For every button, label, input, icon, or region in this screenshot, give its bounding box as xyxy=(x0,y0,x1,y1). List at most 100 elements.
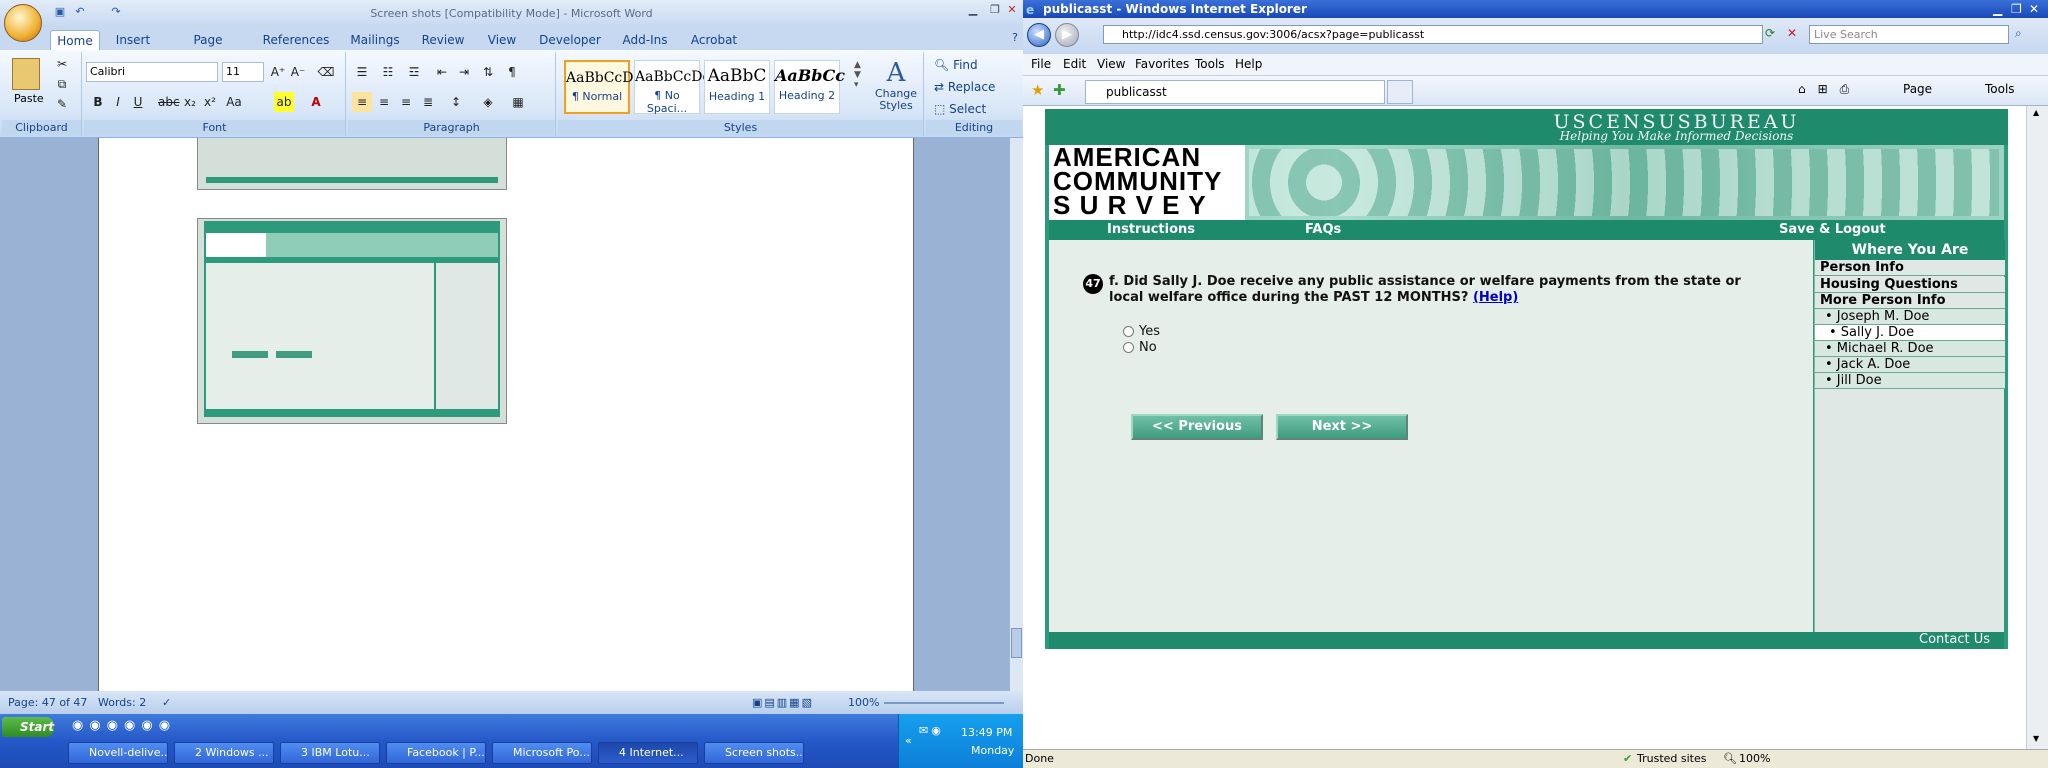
copy-icon[interactable]: ⧉ xyxy=(52,74,72,94)
tray-collapse-icon[interactable]: « xyxy=(905,734,912,747)
instructions-link[interactable]: Instructions xyxy=(1107,222,1195,237)
view-buttons-icon[interactable]: ▣▤▥▦▧ xyxy=(752,691,814,714)
align-left-icon[interactable]: ≡ xyxy=(352,92,372,112)
back-icon[interactable]: ◀ xyxy=(1027,23,1051,47)
font-size-box[interactable]: 11 xyxy=(222,62,264,82)
cut-icon[interactable]: ✂ xyxy=(52,54,72,74)
bold-icon[interactable]: B xyxy=(88,92,108,112)
save-logout-link[interactable]: Save & Logout xyxy=(1779,222,1886,237)
live-search-input[interactable]: Live Search xyxy=(1809,25,2009,44)
italic-icon[interactable]: I xyxy=(108,92,128,112)
menu-view[interactable]: View xyxy=(1097,57,1125,71)
numbering-icon[interactable]: ☷ xyxy=(378,62,398,82)
sidebar-item-housing-questions[interactable]: Housing Questions xyxy=(1815,277,2005,293)
toolbar-icons[interactable]: ⌂⊞⎙ xyxy=(1798,82,1861,97)
next-button[interactable]: Next >> xyxy=(1276,414,1408,440)
tab-developer[interactable]: Developer xyxy=(538,30,602,50)
paste-icon[interactable] xyxy=(12,58,40,90)
grow-font-icon[interactable]: A⁺ xyxy=(268,62,288,82)
task-facebook[interactable]: Facebook | P... xyxy=(386,742,486,764)
format-painter-icon[interactable]: ✎ xyxy=(52,94,72,114)
sidebar-item-more-person-info[interactable]: More Person Info xyxy=(1815,293,2005,309)
zoom-level[interactable]: 100% xyxy=(848,691,879,714)
ie-minimize-icon[interactable]: ▁ xyxy=(1993,0,2002,18)
refresh-icon[interactable]: ⟳ xyxy=(1765,26,1775,40)
sidebar-person-michael[interactable]: • Michael R. Doe xyxy=(1815,341,2005,357)
help-icon[interactable]: ? xyxy=(1004,30,1023,46)
sidebar-person-jill[interactable]: • Jill Doe xyxy=(1815,373,2005,389)
justify-icon[interactable]: ≣ xyxy=(418,92,438,112)
tab-review[interactable]: Review xyxy=(418,30,468,50)
page-count[interactable]: Page: 47 of 47 xyxy=(8,691,87,714)
sidebar-person-jack[interactable]: • Jack A. Doe xyxy=(1815,357,2005,373)
sidebar-person-joseph[interactable]: • Joseph M. Doe xyxy=(1815,309,2005,325)
tools-menu[interactable]: Tools xyxy=(1985,82,2015,96)
no-label[interactable]: No xyxy=(1139,340,1157,355)
tab-references[interactable]: References xyxy=(262,30,330,50)
paste-button[interactable]: Paste xyxy=(14,92,44,105)
yes-label[interactable]: Yes xyxy=(1139,324,1160,339)
menu-edit[interactable]: Edit xyxy=(1063,57,1086,71)
show-marks-icon[interactable]: ¶ xyxy=(502,62,522,82)
tab-acrobat[interactable]: Acrobat xyxy=(686,30,742,50)
highlight-icon[interactable]: ab xyxy=(274,92,294,112)
tab-mailings[interactable]: Mailings xyxy=(348,30,402,50)
multilevel-list-icon[interactable]: ☲ xyxy=(404,62,424,82)
font-name-box[interactable]: Calibri xyxy=(86,62,218,82)
no-radio[interactable] xyxy=(1123,342,1134,353)
tray-icons[interactable]: ✉◉ xyxy=(919,724,944,737)
style-heading-1[interactable]: AaBbC Heading 1 xyxy=(704,60,770,114)
change-styles-button[interactable]: A Change Styles xyxy=(874,58,918,112)
menu-help[interactable]: Help xyxy=(1235,57,1262,71)
yes-radio[interactable] xyxy=(1123,326,1134,337)
task-windows[interactable]: 2 Windows ... xyxy=(174,742,274,764)
scroll-up-icon[interactable]: ▲ xyxy=(2033,108,2039,117)
increase-indent-icon[interactable]: ⇥ xyxy=(454,62,474,82)
style-normal[interactable]: AaBbCcDc ¶ Normal xyxy=(564,60,641,114)
contact-us-link[interactable]: Contact Us xyxy=(1919,632,1990,647)
task-lotus[interactable]: 3 IBM Lotu... xyxy=(280,742,380,764)
sidebar-person-sally[interactable]: • Sally J. Doe xyxy=(1815,325,2005,341)
minimize-icon[interactable]: ▁ xyxy=(962,2,984,18)
menu-tools[interactable]: Tools xyxy=(1195,57,1225,71)
page-menu[interactable]: Page xyxy=(1903,82,1932,96)
zoom-slider[interactable] xyxy=(884,702,1004,704)
task-novell[interactable]: Novell-delive... xyxy=(68,742,168,764)
ie-vertical-scrollbar[interactable]: ▲ ▼ xyxy=(2026,106,2048,749)
align-right-icon[interactable]: ≡ xyxy=(396,92,416,112)
previous-button[interactable]: << Previous xyxy=(1131,414,1263,440)
style-heading-2[interactable]: AaBbCc Heading 2 xyxy=(774,60,845,114)
shading-icon[interactable]: ◈ xyxy=(478,92,498,112)
stop-icon[interactable]: ✕ xyxy=(1787,26,1797,40)
proofing-icon[interactable]: ✓ xyxy=(162,691,171,714)
start-button[interactable]: Start xyxy=(2,717,54,737)
url-input[interactable]: http://idc4.ssd.census.gov:3006/acsx?pag… xyxy=(1103,25,1763,44)
styles-scroll-icon[interactable]: ▲ ▼ ▾ xyxy=(854,60,861,90)
superscript-icon[interactable]: x² xyxy=(200,92,220,112)
underline-icon[interactable]: U xyxy=(128,92,148,112)
browser-tab[interactable]: publicasst xyxy=(1085,80,1385,104)
word-vertical-scrollbar[interactable] xyxy=(1009,138,1023,691)
task-internet-explorer[interactable]: 4 Internet... xyxy=(598,742,698,764)
change-case-icon[interactable]: Aa xyxy=(224,92,244,112)
clock-time[interactable]: 13:49 PM xyxy=(961,726,1012,739)
tab-add-ins[interactable]: Add-Ins xyxy=(618,30,672,50)
tab-view[interactable]: View xyxy=(484,30,520,50)
clear-formatting-icon[interactable]: ⌫ xyxy=(316,62,336,82)
new-tab-button[interactable] xyxy=(1387,80,1413,104)
search-icon[interactable]: ⌕ xyxy=(2015,26,2022,41)
tab-insert[interactable]: Insert xyxy=(112,30,154,50)
ie-restore-icon[interactable]: ❐ xyxy=(2011,0,2022,18)
menu-favorites[interactable]: Favorites xyxy=(1135,57,1189,71)
replace-button[interactable]: ⇄ Replace xyxy=(934,80,995,94)
style-no-spacing[interactable]: AaBbCcDc ¶ No Spaci... xyxy=(634,60,710,115)
sort-icon[interactable]: ⇅ xyxy=(478,62,498,82)
office-button[interactable] xyxy=(4,4,42,42)
close-icon[interactable]: ✕ xyxy=(1001,2,1023,18)
find-button[interactable]: 🔍︎ Find xyxy=(934,58,978,72)
word-count[interactable]: Words: 2 xyxy=(98,691,146,714)
tab-home[interactable]: Home xyxy=(50,30,100,50)
ie-close-icon[interactable]: ✕ xyxy=(2029,0,2039,18)
faqs-link[interactable]: FAQs xyxy=(1305,222,1341,237)
line-spacing-icon[interactable]: ↕ xyxy=(446,92,466,112)
